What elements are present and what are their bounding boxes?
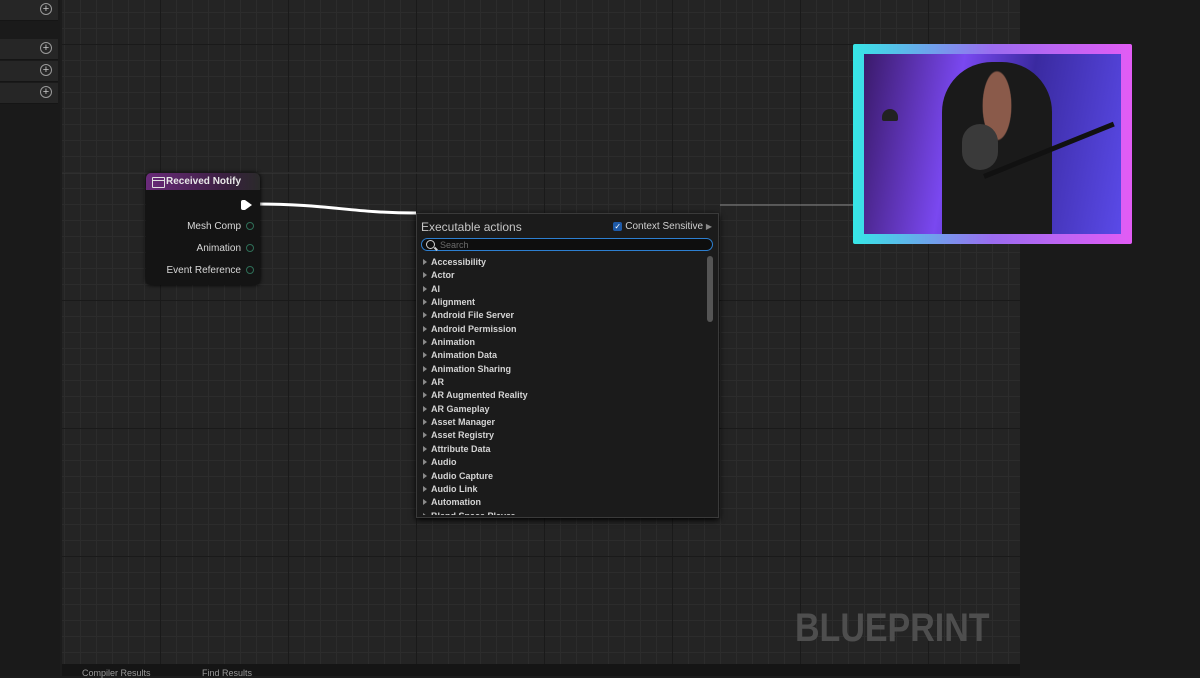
checkbox-checked-icon[interactable]: ✓: [613, 221, 623, 231]
search-box[interactable]: [421, 238, 713, 251]
expand-arrow-icon[interactable]: [423, 405, 427, 412]
pin-animation[interactable]: Animation: [197, 243, 254, 254]
exec-wire: [255, 202, 417, 215]
list-item[interactable]: Animation: [421, 336, 705, 349]
expand-arrow-icon[interactable]: [423, 419, 427, 426]
list-item[interactable]: Blend Space Player: [421, 510, 705, 515]
webcam-video: [864, 54, 1121, 234]
expand-arrow-icon[interactable]: [423, 472, 427, 479]
expand-arrow-icon[interactable]: [423, 299, 427, 306]
list-item[interactable]: Alignment: [421, 296, 705, 309]
expand-arrow-icon[interactable]: [423, 325, 427, 332]
received-notify-node[interactable]: Received Notify Mesh Comp Animation Even…: [146, 173, 260, 285]
list-item[interactable]: Actor: [421, 269, 705, 282]
list-item[interactable]: AR Augmented Reality: [421, 389, 705, 402]
list-item[interactable]: AR Gameplay: [421, 403, 705, 416]
expand-arrow-icon[interactable]: [423, 259, 427, 265]
list-item[interactable]: Asset Registry: [421, 429, 705, 442]
expand-arrow-icon[interactable]: [423, 272, 427, 279]
list-item[interactable]: AI: [421, 283, 705, 296]
pin-dot-icon[interactable]: [246, 244, 254, 253]
expand-arrow-icon[interactable]: [423, 485, 427, 492]
pin-mesh-comp[interactable]: Mesh Comp: [187, 221, 254, 232]
pin-event-reference[interactable]: Event Reference: [167, 265, 254, 276]
lamp-icon: [882, 109, 898, 121]
scrollbar[interactable]: [707, 256, 713, 515]
expand-arrow-icon[interactable]: [423, 445, 427, 452]
list-item[interactable]: Attribute Data: [421, 443, 705, 456]
list-item[interactable]: Android Permission: [421, 323, 705, 336]
expand-arrow-icon[interactable]: [423, 312, 427, 319]
list-item[interactable]: Accessibility: [421, 256, 705, 269]
expand-arrow-icon[interactable]: [423, 512, 427, 515]
webcam-overlay: [853, 44, 1132, 244]
expand-arrow-icon[interactable]: [423, 352, 427, 359]
arrow-right-icon[interactable]: ▶: [706, 222, 712, 231]
list-item[interactable]: Animation Data: [421, 349, 705, 362]
expand-arrow-icon[interactable]: [423, 432, 427, 439]
microphone-icon: [962, 124, 998, 170]
list-item[interactable]: Audio Link: [421, 483, 705, 496]
expand-arrow-icon[interactable]: [423, 339, 427, 346]
scrollbar-thumb[interactable]: [707, 256, 713, 322]
list-item[interactable]: Automation: [421, 496, 705, 509]
search-icon: [426, 240, 435, 249]
list-item[interactable]: Android File Server: [421, 309, 705, 322]
expand-arrow-icon[interactable]: [423, 285, 427, 292]
expand-arrow-icon[interactable]: [423, 499, 427, 506]
pin-dot-icon[interactable]: [246, 222, 254, 231]
list-item[interactable]: Audio: [421, 456, 705, 469]
exec-output-pin[interactable]: [241, 200, 252, 210]
node-header[interactable]: Received Notify: [146, 173, 260, 190]
expand-arrow-icon[interactable]: [423, 392, 427, 399]
action-list: Accessibility Actor AI Alignment Android Fil…: [421, 256, 705, 515]
menu-title: Executable actions: [421, 220, 522, 234]
list-item[interactable]: AR: [421, 376, 705, 389]
node-title: Received Notify: [166, 176, 242, 187]
context-sensitive-label: Context Sensitive: [625, 221, 704, 232]
expand-arrow-icon[interactable]: [423, 379, 427, 386]
list-item[interactable]: Animation Sharing: [421, 363, 705, 376]
list-item[interactable]: Asset Manager: [421, 416, 705, 429]
list-item[interactable]: Audio Capture: [421, 470, 705, 483]
pin-dot-icon[interactable]: [246, 266, 254, 275]
blueprint-watermark: BLUEPRINT: [795, 606, 990, 650]
expand-arrow-icon[interactable]: [423, 365, 427, 372]
event-icon: [152, 177, 165, 188]
executable-actions-menu: Executable actions ✓ Context Sensitive ▶ …: [416, 213, 719, 518]
context-sensitive-toggle[interactable]: ✓ Context Sensitive ▶: [613, 221, 712, 232]
search-input[interactable]: [440, 239, 700, 250]
expand-arrow-icon[interactable]: [423, 459, 427, 466]
